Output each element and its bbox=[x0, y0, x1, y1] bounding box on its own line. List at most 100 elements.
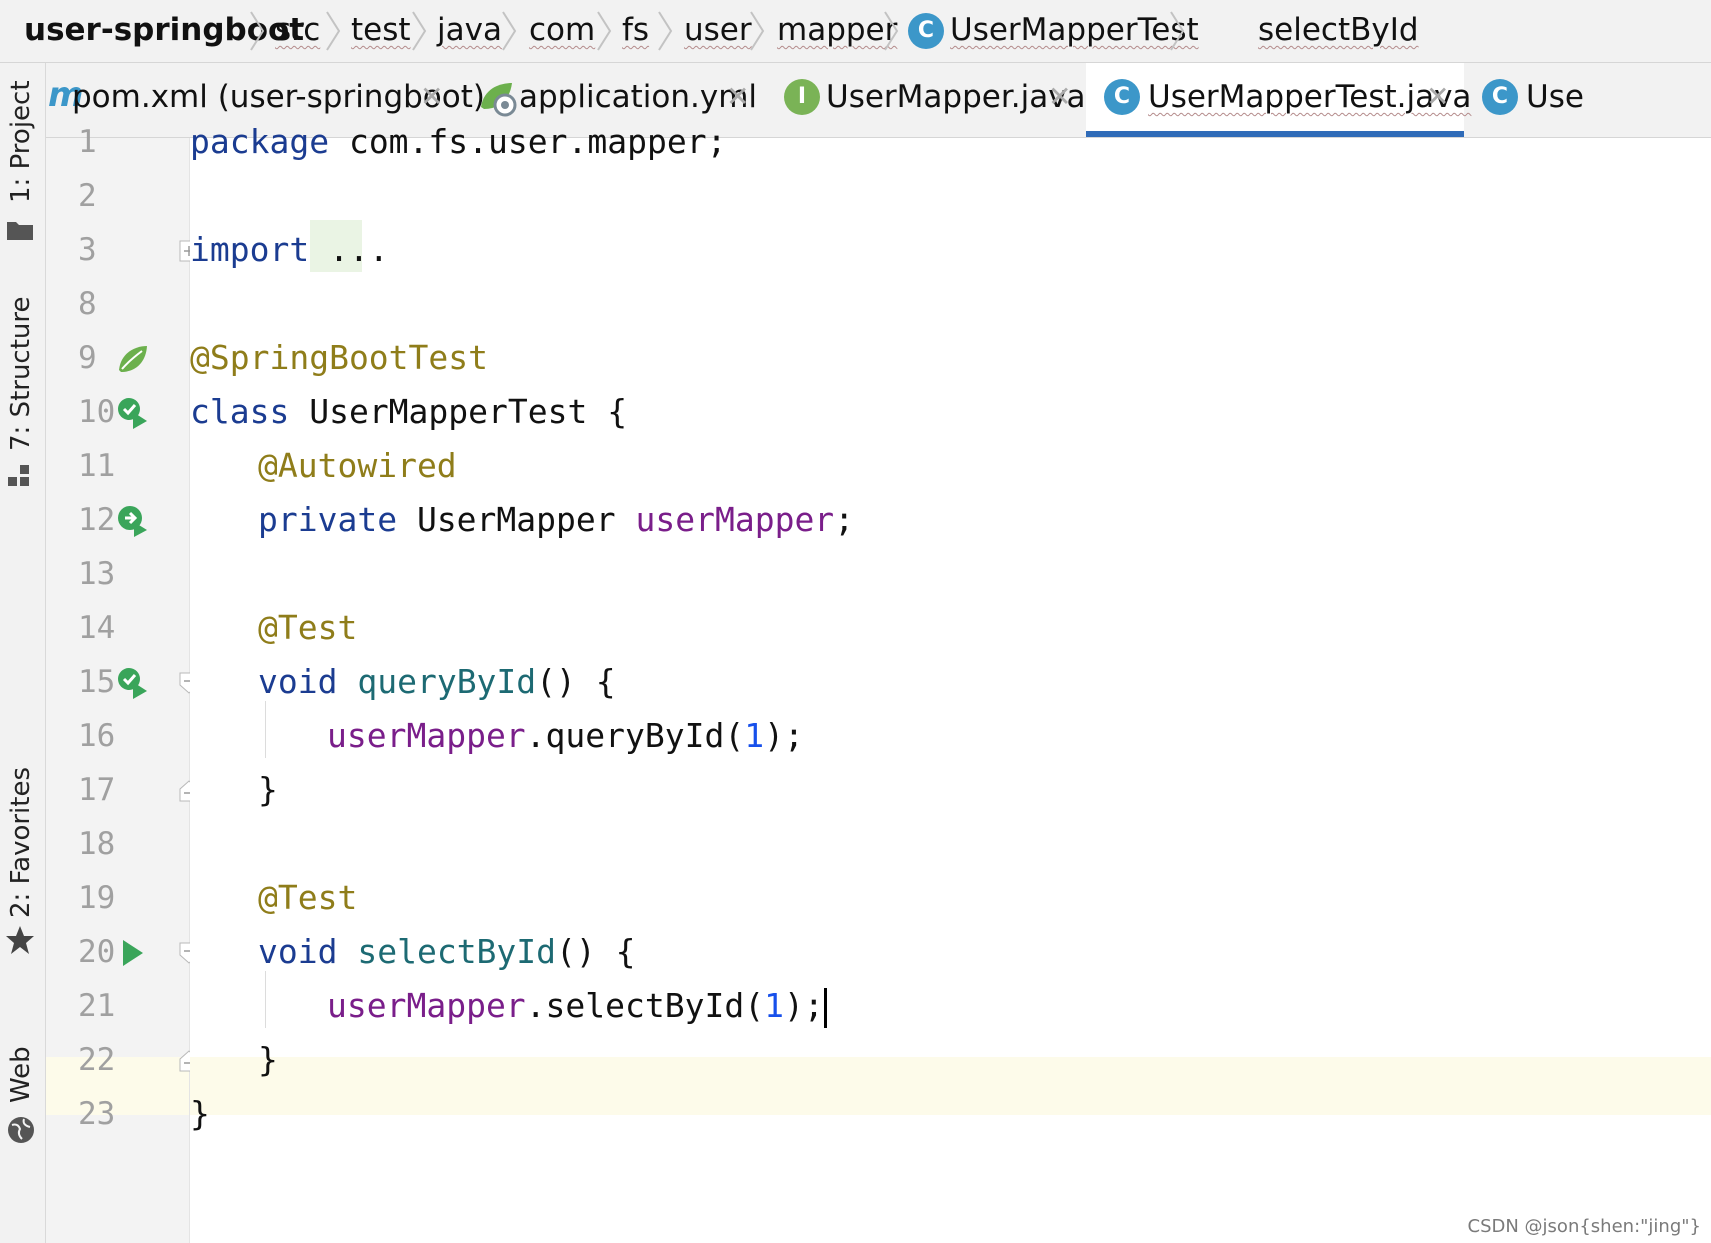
editor-gutter[interactable]: 1 2 3 8 9 10 11 12 13 14 15 16 17 18 19 … bbox=[46, 124, 199, 1243]
line-number: 2 bbox=[78, 178, 97, 214]
folded-imports[interactable]: ... bbox=[309, 230, 389, 269]
line-number: 1 bbox=[78, 124, 97, 160]
code-text: ; bbox=[834, 500, 855, 539]
left-tool-strip: 1: Project 7: Structure 2: Favorites Web bbox=[0, 63, 46, 1243]
line-number: 21 bbox=[78, 988, 116, 1024]
code-text: ); bbox=[783, 986, 824, 1025]
close-icon[interactable]: ✕ bbox=[726, 80, 749, 113]
code-line-23: } bbox=[190, 1094, 210, 1133]
tab-label: UserMapper.java bbox=[826, 79, 1086, 115]
tab-label: UserMapperTest.java bbox=[1148, 79, 1472, 115]
code-line-14: @Test bbox=[258, 608, 358, 647]
keyword: private bbox=[258, 500, 398, 539]
code-text: ); bbox=[764, 716, 804, 755]
close-icon[interactable]: ✕ bbox=[420, 80, 443, 113]
breadcrumb-item-java[interactable]: java bbox=[437, 10, 502, 50]
line-number: 13 bbox=[78, 556, 116, 592]
code-line-22: } bbox=[258, 1040, 278, 1079]
breadcrumb-item-method[interactable]: selectById bbox=[1258, 10, 1419, 50]
tab-label: application.yml bbox=[519, 79, 758, 115]
breadcrumb-item-src[interactable]: src bbox=[275, 10, 320, 50]
line-number: 8 bbox=[78, 286, 97, 322]
project-tool-tab[interactable]: 1: Project bbox=[0, 63, 45, 273]
structure-tab-label: 7: Structure bbox=[6, 296, 36, 451]
tab-usermapper-java[interactable]: I UserMapper.java ✕ bbox=[782, 63, 1086, 137]
breadcrumb-item-mapper[interactable]: mapper bbox=[777, 10, 897, 50]
code-line-11: @Autowired bbox=[258, 446, 457, 485]
field-name: userMapper bbox=[327, 986, 526, 1025]
tab-label: Use bbox=[1526, 79, 1584, 115]
code-text: UserMapper bbox=[397, 500, 636, 539]
number-literal: 1 bbox=[764, 986, 784, 1025]
star-icon bbox=[6, 926, 34, 954]
close-icon[interactable]: ✕ bbox=[1426, 80, 1449, 113]
line-number: 14 bbox=[78, 610, 116, 646]
line-number: 23 bbox=[78, 1096, 116, 1132]
folder-icon bbox=[7, 222, 33, 240]
web-tool-tab[interactable]: Web bbox=[0, 1003, 45, 1243]
chevron-right-icon bbox=[748, 6, 766, 56]
favorites-tool-tab[interactable]: 2: Favorites bbox=[0, 763, 45, 1023]
chevron-right-icon bbox=[882, 6, 900, 56]
code-line-15: void queryById() { bbox=[258, 662, 616, 701]
run-test-icon[interactable] bbox=[116, 396, 150, 430]
favorites-tab-label: 2: Favorites bbox=[6, 766, 36, 918]
chevron-right-icon bbox=[410, 6, 428, 56]
keyword: void bbox=[258, 932, 338, 971]
line-number: 19 bbox=[78, 880, 116, 916]
code-text: UserMapperTest { bbox=[289, 392, 628, 431]
code-line-12: private UserMapper userMapper; bbox=[258, 500, 854, 539]
field-name: userMapper bbox=[327, 716, 526, 755]
code-editor[interactable]: package com.fs.user.mapper; import ... @… bbox=[190, 122, 1711, 1243]
code-line-17: } bbox=[258, 770, 278, 809]
chevron-right-icon bbox=[500, 6, 518, 56]
breadcrumb-item-user[interactable]: user bbox=[684, 10, 752, 50]
tab-more[interactable]: C Use bbox=[1476, 63, 1711, 137]
interface-icon: I bbox=[784, 79, 820, 115]
breadcrumb: user-springboot src test java com fs use… bbox=[0, 0, 1711, 63]
spring-bean-icon[interactable] bbox=[116, 342, 150, 376]
chevron-right-icon bbox=[324, 6, 342, 56]
tab-usermappertest-java[interactable]: C UserMapperTest.java ✕ bbox=[1086, 63, 1471, 137]
keyword: package bbox=[190, 122, 330, 161]
close-icon[interactable]: ✕ bbox=[1048, 80, 1071, 113]
chevron-right-icon bbox=[656, 6, 674, 56]
code-text: () { bbox=[556, 932, 636, 971]
line-number: 18 bbox=[78, 826, 116, 862]
structure-tool-tab[interactable]: 7: Structure bbox=[0, 293, 45, 558]
code-line-10: class UserMapperTest { bbox=[190, 392, 627, 431]
web-tab-label: Web bbox=[6, 1046, 36, 1103]
spring-config-icon bbox=[481, 83, 517, 117]
active-tab-indicator bbox=[1086, 131, 1464, 137]
code-text: .selectById( bbox=[525, 986, 765, 1025]
line-number: 16 bbox=[78, 718, 116, 754]
breadcrumb-item-fs[interactable]: fs bbox=[622, 10, 649, 50]
method-name: selectById bbox=[337, 932, 557, 971]
chevron-right-icon bbox=[595, 6, 613, 56]
breadcrumb-item-class[interactable]: UserMapperTest bbox=[950, 10, 1199, 50]
run-icon[interactable] bbox=[116, 936, 150, 970]
current-line-highlight bbox=[190, 1057, 1711, 1115]
class-icon: C bbox=[1104, 79, 1140, 115]
breadcrumb-item-com[interactable]: com bbox=[529, 10, 595, 50]
class-icon: C bbox=[1482, 79, 1518, 115]
class-icon: C bbox=[908, 13, 944, 49]
line-number: 3 bbox=[78, 232, 97, 268]
chevron-right-icon bbox=[248, 6, 266, 56]
structure-icon bbox=[8, 465, 29, 486]
run-test-icon[interactable] bbox=[116, 666, 150, 700]
globe-icon bbox=[8, 1117, 34, 1143]
field-name: userMapper bbox=[635, 500, 835, 539]
keyword: import bbox=[190, 230, 310, 269]
breadcrumb-item-test[interactable]: test bbox=[351, 10, 411, 50]
chevron-right-icon bbox=[1168, 6, 1186, 56]
watermark: CSDN @json{shen:"jing"} bbox=[1467, 1216, 1701, 1237]
code-line-20: void selectById() { bbox=[258, 932, 636, 971]
navigate-to-bean-icon[interactable] bbox=[116, 504, 150, 538]
code-line-21: userMapper.selectById(1); bbox=[327, 986, 827, 1028]
line-number: 11 bbox=[78, 448, 116, 484]
line-number: 22 bbox=[78, 1042, 116, 1078]
text-cursor bbox=[823, 987, 827, 1028]
indent-guide bbox=[265, 971, 266, 1028]
code-text: () { bbox=[536, 662, 616, 701]
